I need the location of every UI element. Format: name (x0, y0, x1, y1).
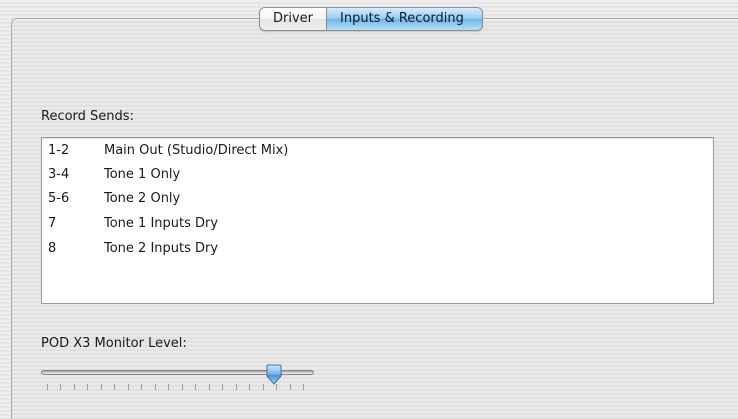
list-item[interactable]: 1-2 Main Out (Studio/Direct Mix) (42, 138, 713, 163)
send-description: Main Out (Studio/Direct Mix) (104, 143, 289, 158)
send-description: Tone 2 Only (104, 191, 181, 206)
slider-tick (276, 384, 278, 390)
send-description: Tone 2 Inputs Dry (104, 241, 219, 256)
slider-thumb[interactable] (264, 364, 284, 388)
monitor-level-label: POD X3 Monitor Level: (41, 336, 187, 351)
slider-tick (100, 384, 102, 390)
slider-tick (141, 384, 143, 390)
list-item[interactable]: 7 Tone 1 Inputs Dry (42, 211, 713, 236)
send-description: Tone 1 Only (104, 167, 181, 182)
tab-bar: Driver Inputs & Recording (259, 7, 483, 31)
slider-tick (154, 384, 156, 390)
monitor-level-slider[interactable] (41, 362, 315, 396)
slider-tick (60, 384, 62, 390)
slider-tick (262, 384, 264, 390)
send-description: Tone 1 Inputs Dry (104, 216, 219, 231)
channel-number: 7 (48, 216, 57, 231)
slider-tick (181, 384, 183, 390)
slider-tick (73, 384, 75, 390)
list-item[interactable]: 8 Tone 2 Inputs Dry (42, 236, 713, 261)
tab-driver[interactable]: Driver (260, 8, 328, 30)
channel-number: 1-2 (48, 143, 70, 158)
slider-tick (208, 384, 210, 390)
record-sends-list[interactable]: 1-2 Main Out (Studio/Direct Mix) 3-4 Ton… (41, 137, 714, 304)
slider-tick (168, 384, 170, 390)
list-item[interactable]: 3-4 Tone 1 Only (42, 162, 713, 187)
slider-tick (303, 384, 304, 390)
slider-tick (114, 384, 116, 390)
channel-number: 5-6 (48, 191, 70, 206)
slider-tick (87, 384, 89, 390)
record-sends-label: Record Sends: (41, 109, 134, 124)
list-item[interactable]: 5-6 Tone 2 Only (42, 186, 713, 211)
channel-number: 3-4 (48, 167, 70, 182)
slider-tick (235, 384, 237, 390)
channel-number: 8 (48, 241, 57, 256)
slider-tick (249, 384, 251, 390)
slider-tick (289, 384, 291, 390)
slider-tick (195, 384, 197, 390)
tab-inputs-recording[interactable]: Inputs & Recording (327, 8, 482, 30)
slider-tick (127, 384, 129, 390)
slider-tick (47, 384, 48, 390)
slider-tick (222, 384, 224, 390)
